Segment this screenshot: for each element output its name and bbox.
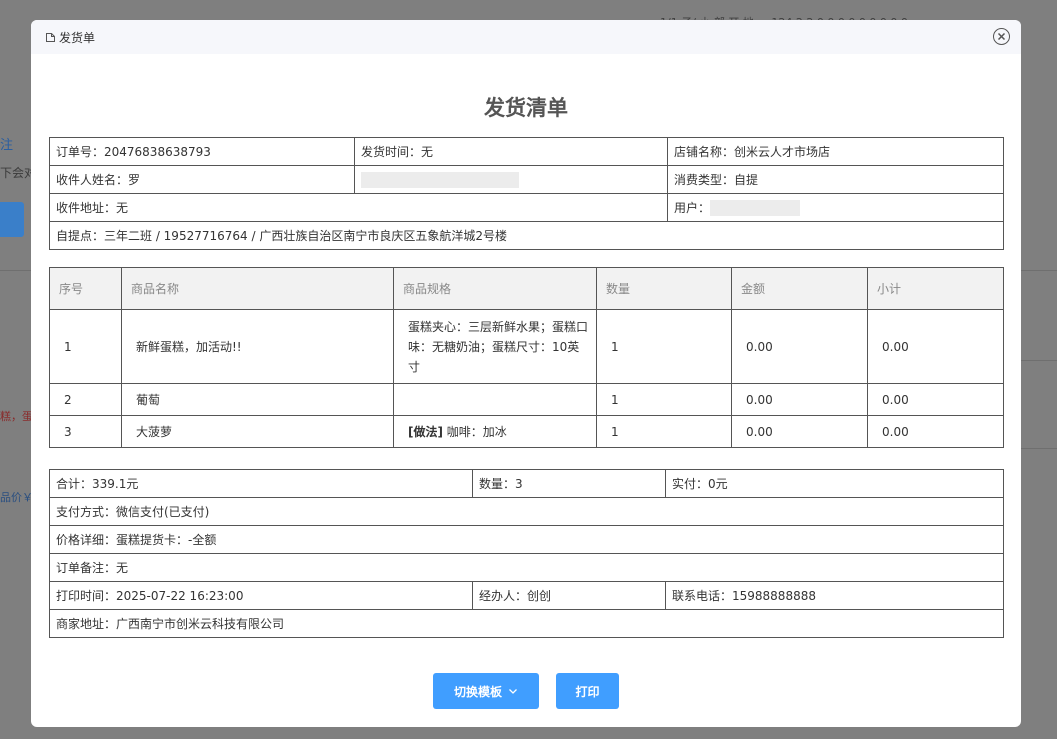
- order-remark: 订单备注：无: [49, 553, 1004, 582]
- table-row: 1 新鲜蛋糕，加活动!! 蛋糕夹心：三层新鲜水果；蛋糕口味：无糖奶油；蛋糕尺寸：…: [49, 309, 1004, 384]
- spec-text: 咖啡：加冰: [442, 424, 507, 439]
- bg-divider: [1021, 448, 1057, 449]
- redacted-block: [710, 200, 801, 217]
- receiver-address: 收件地址：无: [49, 193, 668, 222]
- contact-phone: 联系电话：15988888888: [665, 581, 1004, 610]
- row-no: 1: [49, 309, 122, 384]
- product-name: 葡萄: [121, 383, 394, 416]
- order-summary-table: 合计：339.1元 数量：3 实付：0元 支付方式：微信支付(已支付) 价格详细…: [49, 469, 1004, 638]
- table-row: 支付方式：微信支付(已支付): [49, 497, 1004, 526]
- product-spec: [393, 383, 597, 416]
- table-row: 合计：339.1元 数量：3 实付：0元: [49, 469, 1004, 498]
- subtotal: 0.00: [867, 415, 1004, 448]
- switch-template-label: 切换模板: [453, 684, 502, 699]
- subtotal: 0.00: [867, 383, 1004, 416]
- consume-type: 消费类型：自提: [667, 165, 1004, 194]
- order-info-table: 订单号：20476838638793 发货时间：无 店铺名称：创米云人才市场店 …: [49, 137, 1004, 250]
- payment-method: 支付方式：微信支付(已支付): [49, 497, 1004, 526]
- chevron-down-icon: [509, 689, 517, 694]
- quantity: 1: [596, 383, 732, 416]
- receiver-phone-redacted: [354, 165, 668, 194]
- quantity: 1: [596, 309, 732, 384]
- col-header-spec: 商品规格: [393, 267, 597, 310]
- spec-tag: [做法]: [408, 424, 443, 439]
- bg-divider: [0, 270, 31, 271]
- bg-divider: [1021, 360, 1057, 361]
- document-title: 发货清单: [484, 96, 568, 120]
- col-header-amount: 金额: [731, 267, 868, 310]
- bg-fragment: 糕，蛋: [0, 410, 33, 423]
- table-row: 3 大菠萝 [做法] 咖啡：加冰 1 0.00 0.00: [49, 415, 1004, 448]
- col-header-subtotal: 小计: [867, 267, 1004, 310]
- price-detail: 价格详细：蛋糕提货卡：-全额: [49, 525, 1004, 554]
- product-name: 新鲜蛋糕，加活动!!: [121, 309, 394, 384]
- quantity: 1: [596, 415, 732, 448]
- print-label: 打印: [575, 684, 600, 699]
- table-row: 商家地址：广西南宁市创米云科技有限公司: [49, 609, 1004, 638]
- amount: 0.00: [731, 383, 868, 416]
- subtotal: 0.00: [867, 309, 1004, 384]
- product-spec: 蛋糕夹心：三层新鲜水果；蛋糕口味：无糖奶油；蛋糕尺寸：10英寸: [393, 309, 597, 384]
- product-spec: [做法] 咖啡：加冰: [393, 415, 597, 448]
- table-row: 自提点：三年二班 / 19527716764 / 广西壮族自治区南宁市良庆区五象…: [49, 221, 1004, 250]
- col-header-name: 商品名称: [121, 267, 394, 310]
- close-icon[interactable]: [997, 32, 1006, 41]
- spec-text: 蛋糕夹心：三层新鲜水果；蛋糕口味：无糖奶油；蛋糕尺寸：10英寸: [408, 319, 589, 374]
- col-header-no: 序号: [49, 267, 122, 310]
- paid-amount: 实付：0元: [665, 469, 1004, 498]
- receiver-name: 收件人姓名：罗: [49, 165, 355, 194]
- table-row: 价格详细：蛋糕提货卡：-全额: [49, 525, 1004, 554]
- print-button[interactable]: 打印: [556, 673, 619, 709]
- item-count: 数量：3: [472, 469, 666, 498]
- table-row: 收件人姓名：罗 消费类型：自提: [49, 165, 1004, 194]
- print-time: 打印时间：2025-07-22 16:23:00: [49, 581, 473, 610]
- table-row: 收件地址：无 用户：: [49, 193, 1004, 222]
- bg-fragment: 注: [0, 138, 14, 153]
- switch-template-button[interactable]: 切换模板: [433, 673, 539, 709]
- ship-time: 发货时间：无: [354, 137, 668, 166]
- row-no: 3: [49, 415, 122, 448]
- delivery-note-modal: 发货单 发货清单 订单号：20476838638793 发货时间：无 店铺名称：…: [31, 20, 1021, 727]
- table-row: 2 葡萄 1 0.00 0.00: [49, 383, 1004, 416]
- table-header-row: 序号 商品名称 商品规格 数量 金额 小计: [49, 267, 1004, 310]
- document-icon: [46, 33, 55, 42]
- col-header-qty: 数量: [596, 267, 732, 310]
- total: 合计：339.1元: [49, 469, 473, 498]
- redacted-block: [361, 171, 519, 188]
- modal-header: 发货单: [31, 20, 1021, 54]
- row-no: 2: [49, 383, 122, 416]
- handler: 经办人：创创: [472, 581, 666, 610]
- product-name: 大菠萝: [121, 415, 394, 448]
- merchant-address: 商家地址：广西南宁市创米云科技有限公司: [49, 609, 1004, 638]
- table-row: 订单备注：无: [49, 553, 1004, 582]
- order-number: 订单号：20476838638793: [49, 137, 355, 166]
- user-label: 用户：: [674, 200, 711, 215]
- amount: 0.00: [731, 415, 868, 448]
- modal-title-text: 发货单: [59, 31, 96, 45]
- table-row: 打印时间：2025-07-22 16:23:00 经办人：创创 联系电话：159…: [49, 581, 1004, 610]
- pickup-point: 自提点：三年二班 / 19527716764 / 广西壮族自治区南宁市良庆区五象…: [49, 221, 1004, 250]
- amount: 0.00: [731, 309, 868, 384]
- bg-divider: [1021, 270, 1057, 271]
- items-table: 序号 商品名称 商品规格 数量 金额 小计 1 新鲜蛋糕，加活动!! 蛋糕夹心：…: [49, 267, 1004, 448]
- store-name: 店铺名称：创米云人才市场店: [667, 137, 1004, 166]
- close-button[interactable]: [993, 28, 1010, 45]
- user-cell: 用户：: [667, 193, 1004, 222]
- bg-button: [0, 202, 24, 237]
- table-row: 订单号：20476838638793 发货时间：无 店铺名称：创米云人才市场店: [49, 137, 1004, 166]
- modal-title: 发货单: [45, 29, 95, 46]
